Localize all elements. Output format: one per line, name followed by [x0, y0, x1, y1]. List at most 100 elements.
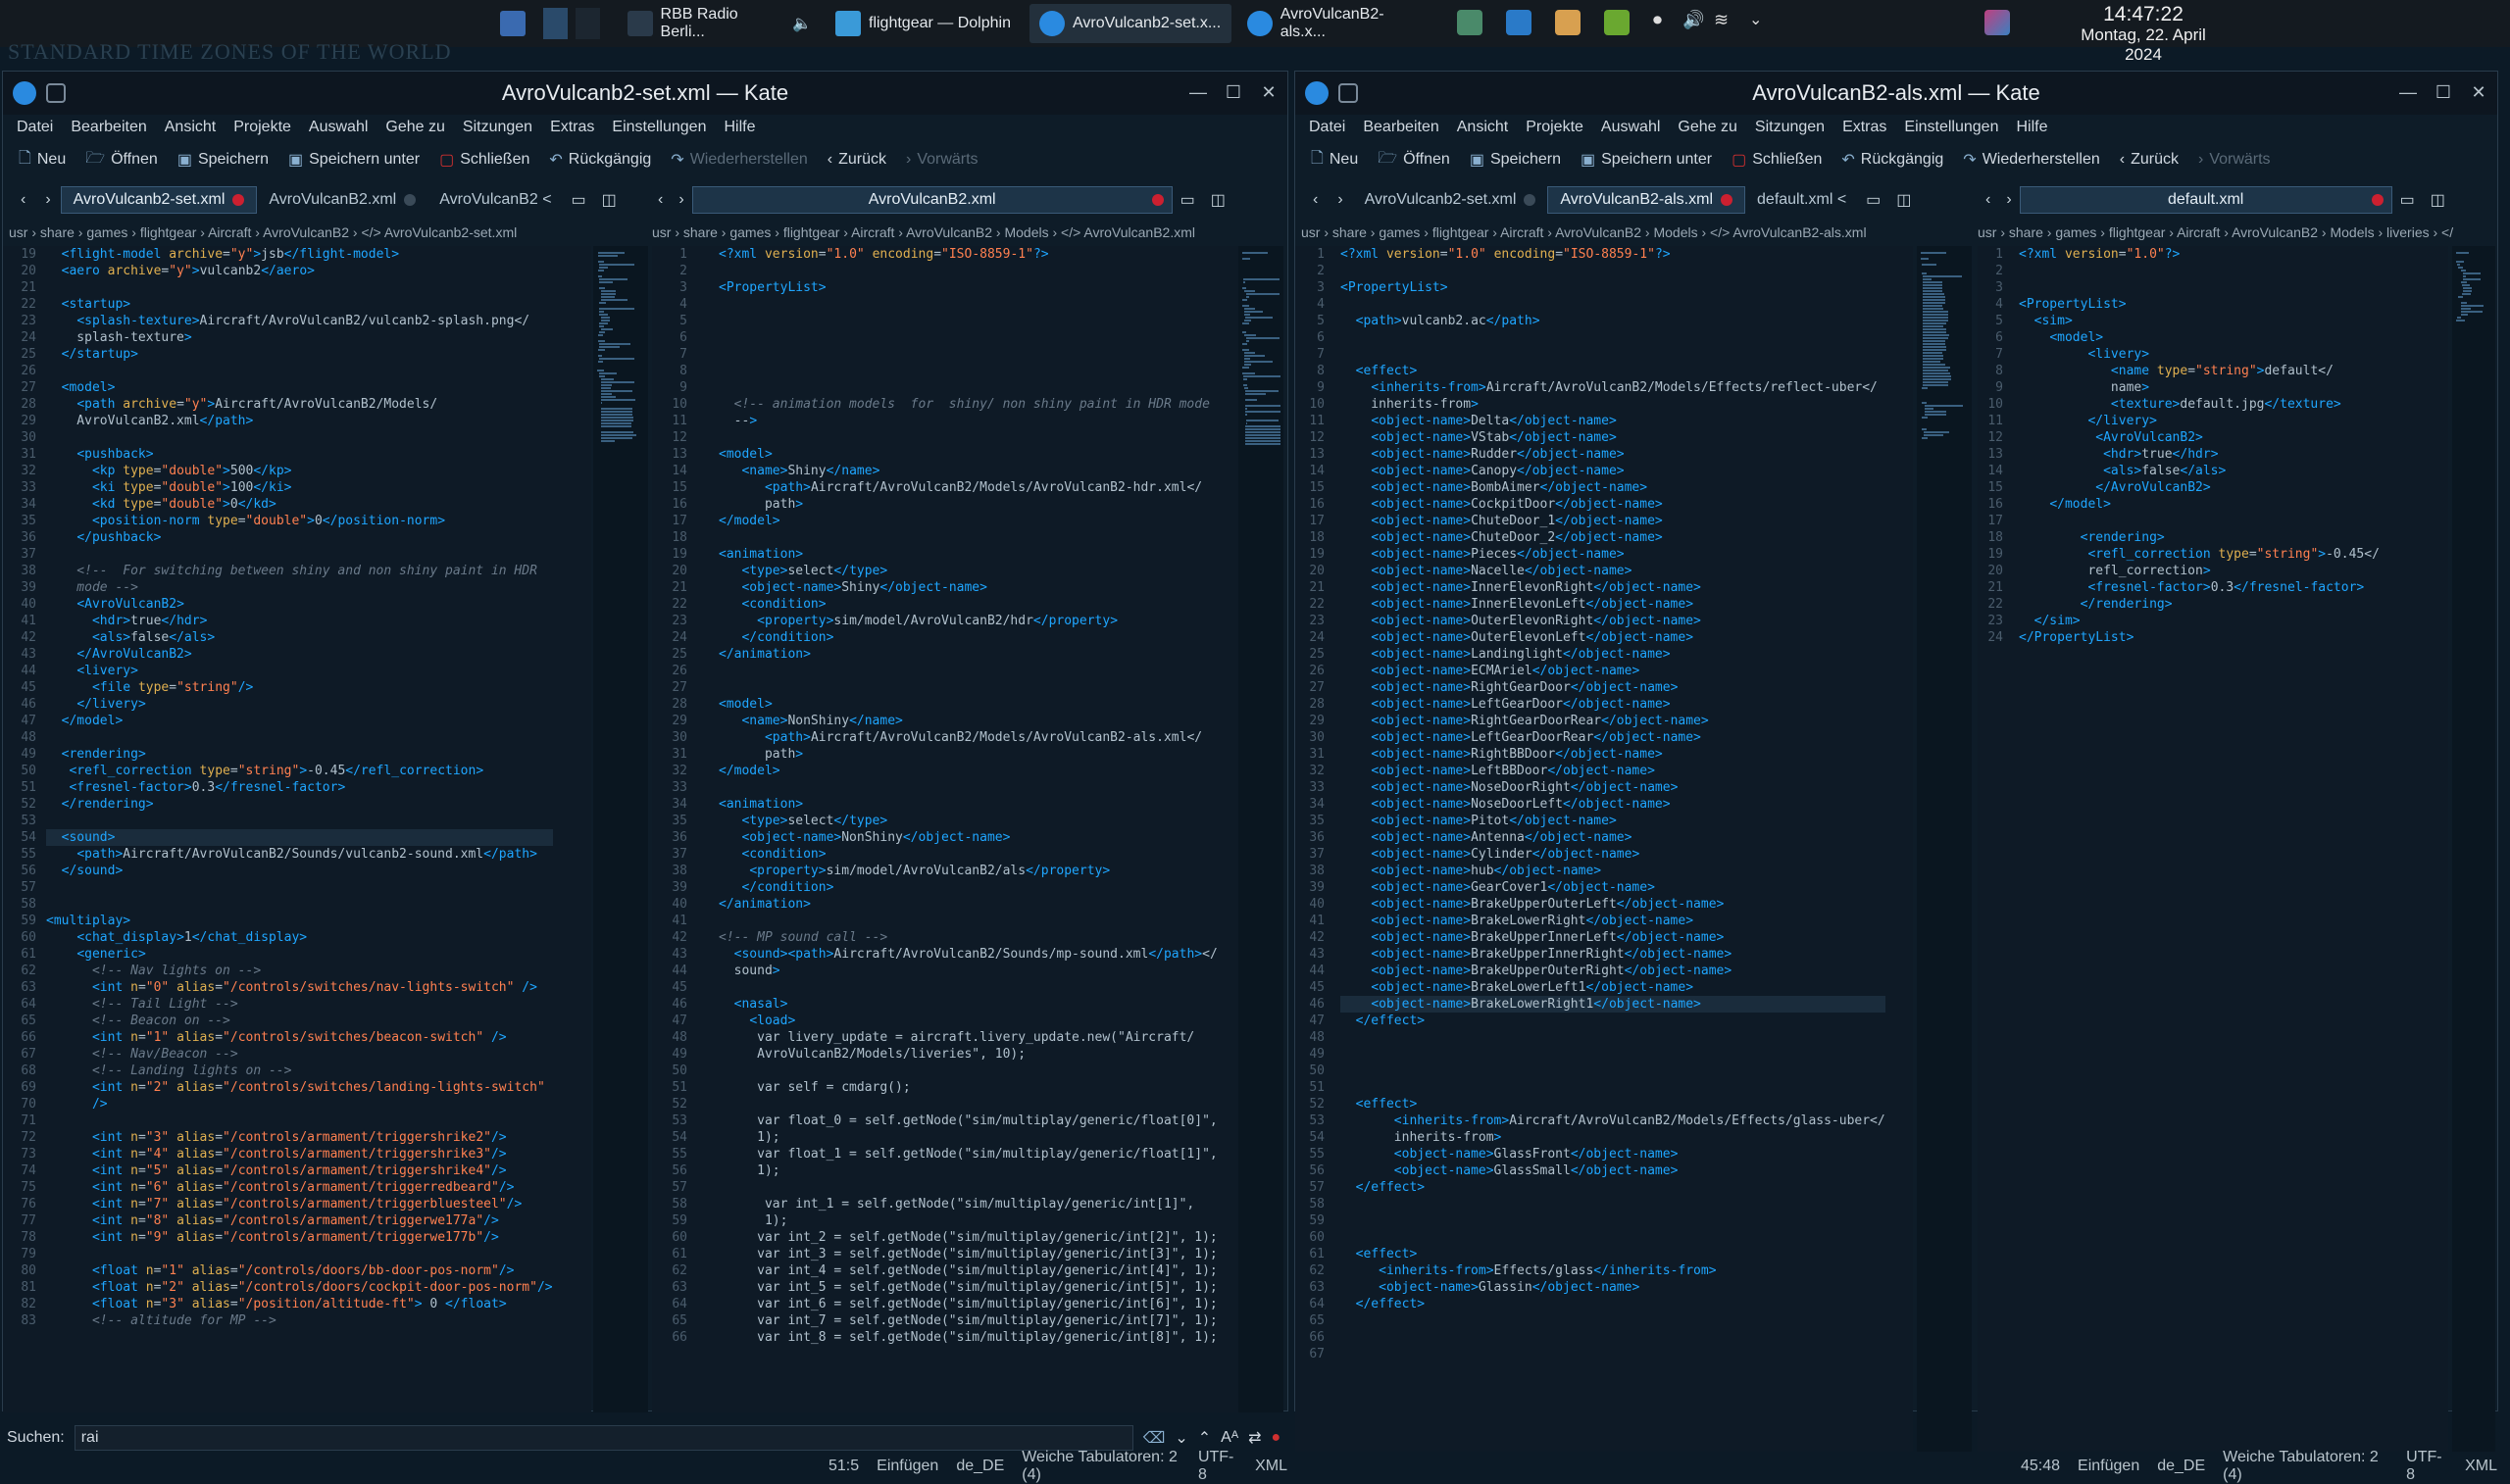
taskbar-kate-2[interactable]: AvroVulcanB2-als.x... — [1237, 4, 1437, 43]
code-line[interactable]: <object-name>Shiny</object-name> — [719, 579, 1218, 596]
code-line[interactable]: <object-name>InnerElevonRight</object-na… — [1340, 579, 1885, 596]
tab-avrovulcanb2-set[interactable]: AvroVulcanb2-set.xml — [60, 186, 258, 214]
code-line[interactable]: <path>Aircraft/AvroVulcanB2/Models/AvroV… — [719, 729, 1218, 746]
code-line[interactable]: --> — [719, 413, 1218, 429]
code-line[interactable] — [1340, 329, 1885, 346]
code-line[interactable]: refl_correction> — [2019, 563, 2380, 579]
code-line[interactable]: <object-name>LeftBBDoor</object-name> — [1340, 763, 1885, 779]
code-line[interactable]: </animation> — [719, 896, 1218, 913]
code-line[interactable]: </pushback> — [46, 529, 553, 546]
code-line[interactable]: <model> — [719, 696, 1218, 713]
minimap[interactable] — [593, 246, 648, 1412]
chevron-up-icon[interactable]: ⌃ — [1198, 1428, 1211, 1448]
maximize-icon[interactable]: ☐ — [1223, 81, 1244, 103]
breadcrumb[interactable]: usr › share › games › flightgear › Aircr… — [652, 224, 1195, 244]
code-line[interactable]: <object-name>NonShiny</object-name> — [719, 829, 1218, 846]
code-line[interactable] — [46, 879, 553, 896]
code-line[interactable] — [46, 729, 553, 746]
close-icon[interactable]: ✕ — [1258, 81, 1280, 103]
code-line[interactable]: </model> — [46, 713, 553, 729]
code-line[interactable]: </sound> — [46, 863, 553, 879]
code-line[interactable] — [1340, 1029, 1885, 1046]
code-line[interactable]: var int_2 = self.getNode("sim/multiplay/… — [719, 1229, 1218, 1246]
code-line[interactable]: var int_7 = self.getNode("sim/multiplay/… — [719, 1312, 1218, 1329]
code-line[interactable]: <path archive="y">Aircraft/AvroVulcanB2/… — [46, 396, 553, 413]
code-line[interactable]: <startup> — [46, 296, 553, 313]
code-line[interactable] — [46, 1246, 553, 1262]
tab-avrovulcanb2-set[interactable]: AvroVulcanb2-set.xml — [1353, 187, 1548, 213]
code-line[interactable] — [1340, 1312, 1885, 1329]
code-line[interactable]: <als>false</als> — [2019, 463, 2380, 479]
code-line[interactable]: </animation> — [719, 646, 1218, 663]
code-line[interactable]: mode --> — [46, 579, 553, 596]
code-line[interactable]: <object-name>VStab</object-name> — [1340, 429, 1885, 446]
close-tab-icon[interactable] — [232, 194, 245, 206]
code-line[interactable]: <object-name>Pieces</object-name> — [1340, 546, 1885, 563]
menu-sitzungen[interactable]: Sitzungen — [463, 119, 532, 136]
code-line[interactable]: <object-name>BombAimer</object-name> — [1340, 479, 1885, 496]
breadcrumb[interactable]: usr › share › games › flightgear › Aircr… — [1301, 224, 1867, 244]
code-line[interactable]: var livery_update = aircraft.livery_upda… — [719, 1029, 1218, 1046]
code-line[interactable]: </effect> — [1340, 1179, 1885, 1196]
redo-button[interactable]: ↷ Wiederherstellen — [671, 150, 807, 170]
code-line[interactable]: 1); — [719, 1162, 1218, 1179]
code-line[interactable]: <float n="2" alias="/controls/doors/cock… — [46, 1279, 553, 1296]
code-line[interactable]: inherits-from> — [1340, 396, 1885, 413]
code-text[interactable]: <flight-model archive="y">jsb</flight-mo… — [46, 246, 553, 1329]
code-line[interactable] — [719, 313, 1218, 329]
code-text[interactable]: <?xml version="1.0" encoding="ISO-8859-1… — [1340, 246, 1885, 1362]
code-line[interactable] — [1340, 346, 1885, 363]
open-button[interactable]: 🗁 Öffnen — [85, 147, 158, 173]
code-line[interactable]: <animation> — [719, 546, 1218, 563]
undo-button[interactable]: ↶ Rückgängig — [1841, 150, 1943, 170]
code-line[interactable] — [1340, 1196, 1885, 1212]
chevron-right-icon[interactable]: › — [35, 191, 60, 209]
code-line[interactable]: <rendering> — [46, 746, 553, 763]
chevron-right-icon[interactable]: › — [671, 191, 691, 209]
menu-bearbeiten[interactable]: Bearbeiten — [1363, 119, 1438, 136]
minimap[interactable] — [2452, 246, 2495, 1452]
code-line[interactable]: <property>sim/model/AvroVulcanB2/als</pr… — [719, 863, 1218, 879]
code-line[interactable]: <int n="1" alias="/controls/switches/bea… — [46, 1029, 553, 1046]
code-line[interactable]: <object-name>NoseDoorRight</object-name> — [1340, 779, 1885, 796]
pin-icon[interactable] — [46, 83, 66, 103]
code-line[interactable]: <name type="string">default</ — [2019, 363, 2380, 379]
code-line[interactable]: <nasal> — [719, 996, 1218, 1013]
indentation[interactable]: Weiche Tabulatoren: 2 (4) — [1022, 1449, 1180, 1484]
kate-icon[interactable] — [1305, 81, 1329, 105]
menu-extras[interactable]: Extras — [1842, 119, 1886, 136]
code-line[interactable]: <hdr>true</hdr> — [46, 613, 553, 629]
code-line[interactable]: var self = cmdarg(); — [719, 1079, 1218, 1096]
code-line[interactable]: <object-name>Delta</object-name> — [1340, 413, 1885, 429]
code-line[interactable]: <float n="1" alias="/controls/doors/bb-d… — [46, 1262, 553, 1279]
menu-ansicht[interactable]: Ansicht — [165, 119, 216, 136]
code-line[interactable] — [719, 263, 1218, 279]
code-line[interactable]: <object-name>Rudder</object-name> — [1340, 446, 1885, 463]
code-line[interactable]: <sound> — [46, 829, 553, 846]
code-line[interactable]: </model> — [2019, 496, 2380, 513]
code-line[interactable]: <int n="3" alias="/controls/armament/tri… — [46, 1129, 553, 1146]
save-as-button[interactable]: ▣ Speichern unter — [288, 150, 420, 170]
file-mode[interactable]: XML — [1255, 1458, 1287, 1475]
code-line[interactable]: <!-- For switching between shiny and non… — [46, 563, 553, 579]
code-line[interactable]: <float n="3" alias="/position/altitude-f… — [46, 1296, 553, 1312]
cursor-position[interactable]: 51:5 — [828, 1458, 859, 1475]
code-line[interactable]: <model> — [2019, 329, 2380, 346]
code-line[interactable]: <ki type="double">100</ki> — [46, 479, 553, 496]
close-tab-icon[interactable] — [1721, 194, 1733, 206]
close-tab-icon[interactable] — [2371, 194, 2384, 206]
menu-sitzungen[interactable]: Sitzungen — [1755, 119, 1825, 136]
code-line[interactable]: path> — [719, 496, 1218, 513]
code-line[interactable]: <int n="7" alias="/controls/armament/tri… — [46, 1196, 553, 1212]
code-line[interactable] — [719, 1063, 1218, 1079]
close-icon[interactable]: ✕ — [2468, 81, 2489, 103]
code-line[interactable]: </effect> — [1340, 1296, 1885, 1312]
code-line[interactable] — [719, 979, 1218, 996]
chevron-right-icon[interactable]: › — [1998, 191, 2019, 209]
code-line[interactable]: <object-name>CockpitDoor</object-name> — [1340, 496, 1885, 513]
code-line[interactable]: var int_5 = self.getNode("sim/multiplay/… — [719, 1279, 1218, 1296]
code-line[interactable] — [719, 663, 1218, 679]
minimap[interactable] — [1917, 246, 1972, 1452]
code-line[interactable]: <object-name>BrakeUpperInnerLeft</object… — [1340, 929, 1885, 946]
code-line[interactable]: var int_1 = self.getNode("sim/multiplay/… — [719, 1196, 1218, 1212]
